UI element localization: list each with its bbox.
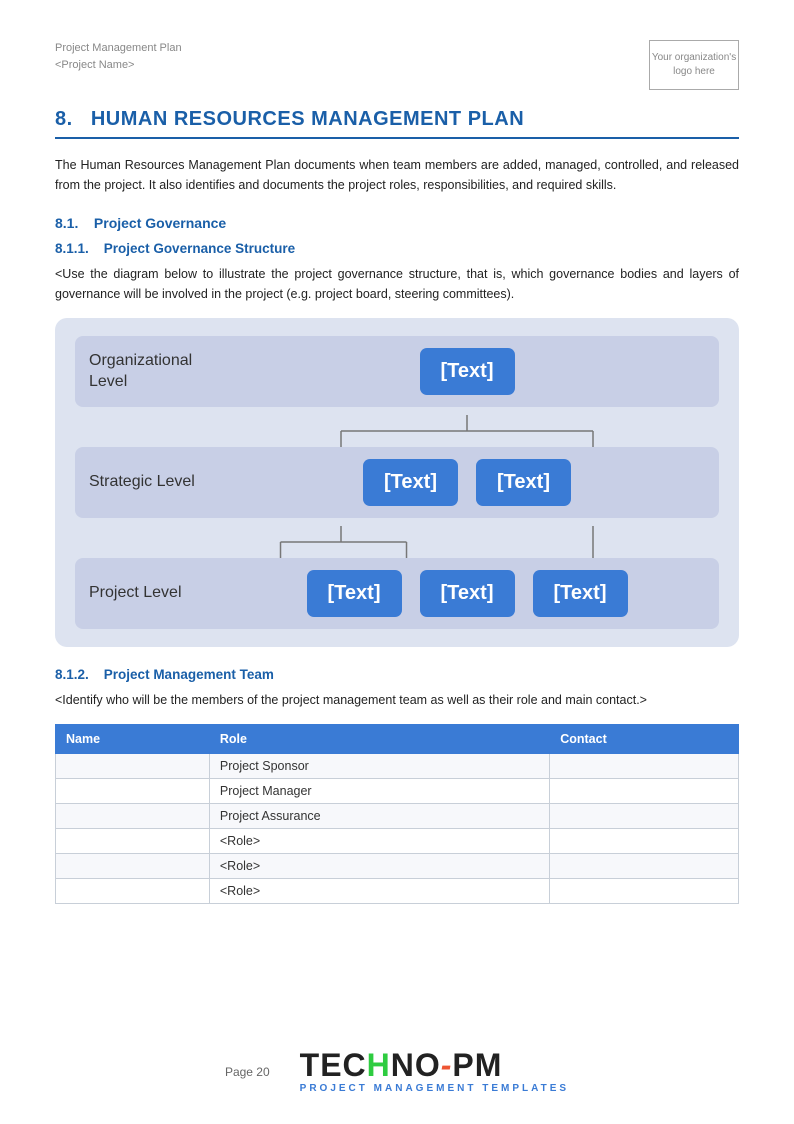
org-nodes: [Text] (229, 348, 705, 395)
governance-desc: <Use the diagram below to illustrate the… (55, 264, 739, 304)
team-table: Name Role Contact Project SponsorProject… (55, 724, 739, 904)
table-cell-name (56, 754, 210, 779)
org-level-label: OrganizationalLevel (89, 351, 229, 393)
project-node-3: [Text] (533, 570, 628, 617)
project-node-2: [Text] (420, 570, 515, 617)
table-cell-role: <Role> (209, 854, 549, 879)
project-level-row: Project Level [Text] [Text] [Text] (75, 558, 719, 629)
header-meta: Project Management Plan <Project Name> (55, 40, 182, 73)
project-nodes: [Text] [Text] [Text] (229, 570, 705, 617)
col-contact-header: Contact (550, 725, 739, 754)
page-number: Page 20 (225, 1065, 270, 1079)
table-cell-role: Project Manager (209, 779, 549, 804)
connector-svg-1 (215, 415, 719, 447)
team-desc: <Identify who will be the members of the… (55, 690, 739, 710)
table-row: Project Assurance (56, 804, 739, 829)
team-table-element: Name Role Contact Project SponsorProject… (55, 724, 739, 904)
table-cell-role: <Role> (209, 879, 549, 904)
strategic-node-1: [Text] (363, 459, 458, 506)
table-cell-role: Project Assurance (209, 804, 549, 829)
governance-diagram: OrganizationalLevel [Text] Strategic Lev… (55, 318, 739, 647)
page: Project Management Plan <Project Name> Y… (0, 0, 794, 1124)
table-cell-name (56, 879, 210, 904)
col-role-header: Role (209, 725, 549, 754)
section-title: 8. HUMAN RESOURCES MANAGEMENT PLAN (55, 108, 739, 139)
table-row: Project Manager (56, 779, 739, 804)
strategic-node-2: [Text] (476, 459, 571, 506)
brand-logo: TECHNO-PM PROJECT MANAGEMENT TEMPLATES (300, 1049, 569, 1094)
strategic-level-label: Strategic Level (89, 472, 229, 493)
org-logo-placeholder: Your organization's logo here (649, 40, 739, 90)
table-cell-name (56, 829, 210, 854)
strategic-level-row: Strategic Level [Text] [Text] (75, 447, 719, 518)
project-node-1: [Text] (307, 570, 402, 617)
page-header: Project Management Plan <Project Name> Y… (55, 40, 739, 90)
table-row: Project Sponsor (56, 754, 739, 779)
table-cell-contact (550, 879, 739, 904)
table-cell-contact (550, 804, 739, 829)
col-name-header: Name (56, 725, 210, 754)
intro-text: The Human Resources Management Plan docu… (55, 155, 739, 195)
connector-org-strategic (75, 415, 719, 447)
table-row: <Role> (56, 854, 739, 879)
connector-strategic-project (75, 526, 719, 558)
doc-title-line1: Project Management Plan (55, 40, 182, 57)
table-cell-role: Project Sponsor (209, 754, 549, 779)
subsection-81-title: 8.1. Project Governance (55, 215, 739, 231)
subsection-811-title: 8.1.1. Project Governance Structure (55, 241, 739, 256)
table-cell-name (56, 854, 210, 879)
connector-svg-2 (215, 526, 719, 558)
doc-title-line2: <Project Name> (55, 57, 182, 74)
org-level-row: OrganizationalLevel [Text] (75, 336, 719, 407)
table-row: <Role> (56, 829, 739, 854)
org-node-1: [Text] (420, 348, 515, 395)
project-level-label: Project Level (89, 583, 229, 604)
subsection-812-title: 8.1.2. Project Management Team (55, 667, 739, 682)
table-cell-contact (550, 779, 739, 804)
table-cell-contact (550, 829, 739, 854)
table-cell-name (56, 804, 210, 829)
table-cell-name (56, 779, 210, 804)
table-cell-contact (550, 754, 739, 779)
table-row: <Role> (56, 879, 739, 904)
table-cell-role: <Role> (209, 829, 549, 854)
brand-name: TECHNO-PM (300, 1049, 503, 1081)
page-footer: Page 20 TECHNO-PM PROJECT MANAGEMENT TEM… (55, 1049, 739, 1094)
table-cell-contact (550, 854, 739, 879)
brand-tagline: PROJECT MANAGEMENT TEMPLATES (300, 1083, 569, 1094)
strategic-nodes: [Text] [Text] (229, 459, 705, 506)
